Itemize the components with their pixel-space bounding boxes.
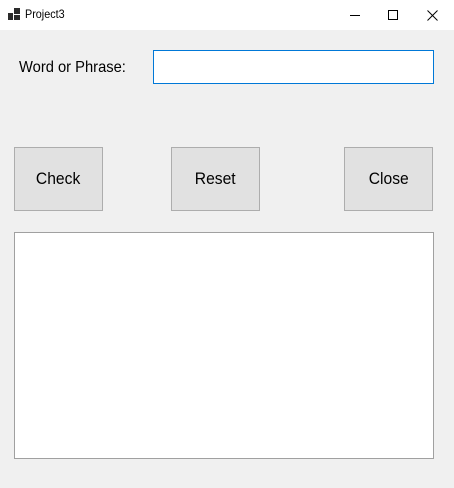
close-button-label: Close	[368, 169, 409, 188]
maximize-icon	[388, 10, 398, 20]
word-or-phrase-label: Word or Phrase:	[19, 59, 126, 76]
minimize-icon	[350, 15, 360, 16]
title-bar[interactable]: Project3	[0, 0, 454, 30]
close-button[interactable]: Close	[344, 147, 433, 211]
app-window: Project3 Word or Phrase: Check Reset Clo…	[0, 0, 454, 488]
reset-button[interactable]: Reset	[171, 147, 260, 211]
close-window-button[interactable]	[414, 0, 450, 30]
output-listbox[interactable]	[14, 232, 434, 459]
app-window-icon	[8, 8, 20, 20]
word-or-phrase-input[interactable]	[153, 50, 434, 84]
close-icon	[426, 9, 438, 21]
maximize-button[interactable]	[375, 0, 411, 30]
check-button[interactable]: Check	[14, 147, 103, 211]
reset-button-label: Reset	[195, 169, 236, 188]
window-title: Project3	[25, 7, 65, 21]
check-button-label: Check	[36, 169, 81, 188]
minimize-button[interactable]	[337, 0, 373, 30]
